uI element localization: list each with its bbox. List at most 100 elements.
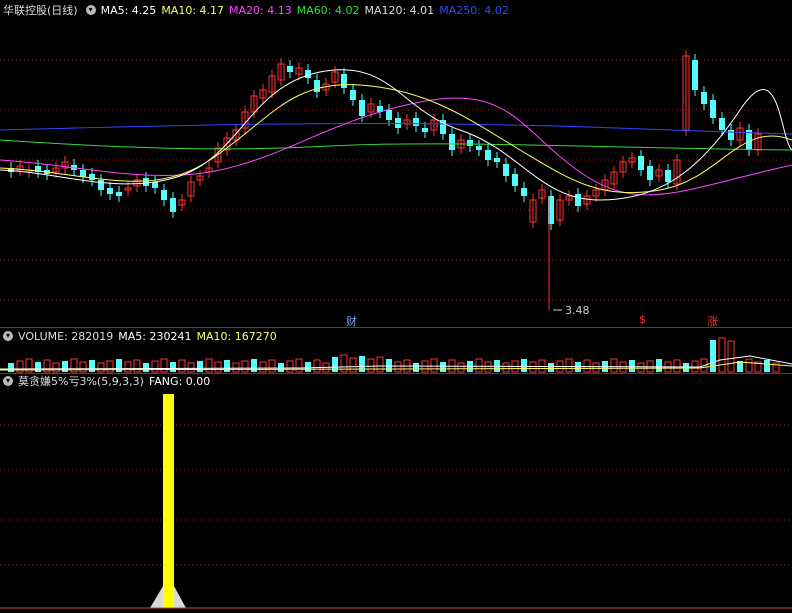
volume-bar <box>197 361 203 372</box>
volume-bar <box>305 362 311 372</box>
volume-bar <box>629 360 635 372</box>
volume-bar <box>133 359 141 373</box>
volume-bar <box>224 360 230 372</box>
volume-bar <box>764 360 770 372</box>
volume-bar <box>583 359 591 373</box>
volume-bar <box>332 357 338 372</box>
volume-bar <box>251 359 257 372</box>
volume-bar <box>170 362 176 372</box>
volume-bar <box>187 362 195 373</box>
candle-down <box>287 66 293 72</box>
candle-down <box>665 170 671 182</box>
volume-bar <box>394 361 402 373</box>
event-marker-dollar[interactable]: $ <box>639 313 646 326</box>
volume-bar <box>8 363 14 372</box>
fang-signal-bar <box>163 394 174 608</box>
volume-bar <box>97 362 105 373</box>
candle-down <box>701 92 707 104</box>
candle-down <box>476 146 482 150</box>
volume-bar <box>413 363 419 372</box>
candle-down <box>692 60 698 90</box>
candle-down <box>107 188 113 194</box>
volume-bar <box>430 358 438 373</box>
volume-bar <box>35 362 41 372</box>
moving-average-line <box>0 84 792 194</box>
candle-down <box>386 110 392 120</box>
volume-bar <box>178 359 186 373</box>
volume-bar <box>386 359 392 372</box>
volume-bar <box>637 362 645 373</box>
volume-bar <box>718 337 726 373</box>
candle-down <box>494 158 500 162</box>
volume-bar <box>592 362 600 373</box>
low-price-label: 3.48 <box>565 304 590 317</box>
candle-down <box>512 174 518 186</box>
candle-down <box>170 198 176 212</box>
candle-down <box>638 156 644 170</box>
volume-bar <box>241 360 249 373</box>
candle-down <box>152 182 158 188</box>
volume-bar <box>475 358 483 373</box>
candle-down <box>485 150 491 160</box>
volume-bar <box>106 360 114 373</box>
volume-bar <box>259 361 267 373</box>
candle-down <box>350 90 356 100</box>
volume-bar <box>278 363 284 372</box>
moving-average-line <box>0 139 792 151</box>
volume-bar <box>727 340 735 373</box>
volume-bar <box>214 361 222 373</box>
indicator-chart[interactable] <box>0 374 792 613</box>
volume-bar <box>313 359 321 373</box>
volume-bar <box>52 362 60 373</box>
candle-down <box>422 128 428 132</box>
candle-down <box>467 140 473 146</box>
candle-down <box>359 100 365 116</box>
volume-bar <box>484 361 492 373</box>
candle-down <box>161 190 167 200</box>
candle-down <box>80 170 86 177</box>
candle-down <box>98 180 104 190</box>
candle-down <box>143 178 149 186</box>
candle-down <box>341 74 347 88</box>
candle-down <box>647 166 653 180</box>
volume-bar <box>349 357 357 373</box>
volume-bar <box>683 363 689 372</box>
candle-down <box>521 188 527 196</box>
volume-bar <box>548 363 554 372</box>
volume-bar <box>440 362 446 372</box>
volume-bar <box>268 359 276 373</box>
candle-down <box>710 100 716 118</box>
volume-bar <box>673 359 681 373</box>
candle-down <box>503 164 509 176</box>
candle-down <box>89 174 95 180</box>
volume-bar <box>143 363 149 372</box>
volume-bar <box>521 359 527 372</box>
volume-bar <box>457 362 465 373</box>
volume-bar <box>565 358 573 373</box>
volume-chart[interactable] <box>0 328 792 374</box>
volume-bar <box>286 360 294 373</box>
volume-bar <box>376 356 384 373</box>
candle-down <box>575 194 581 206</box>
volume-bar <box>745 358 753 373</box>
candle-down <box>728 130 734 140</box>
candle-down <box>314 80 320 92</box>
volume-bar <box>79 361 87 373</box>
volume-bar <box>151 360 159 373</box>
volume-bar <box>710 340 716 372</box>
volume-bar <box>124 361 132 373</box>
volume-bar <box>529 361 537 373</box>
candle-down <box>719 118 725 130</box>
candle-down <box>413 118 419 126</box>
price-chart[interactable]: 3.48 <box>0 0 792 330</box>
candle-down <box>395 118 401 128</box>
volume-bar <box>656 359 662 372</box>
volume-bar <box>502 362 510 373</box>
volume-bar <box>205 358 213 373</box>
volume-bar <box>367 358 375 373</box>
volume-bar <box>232 362 240 373</box>
candle-down <box>449 134 455 150</box>
volume-bar <box>610 358 618 373</box>
candle-down <box>116 192 122 196</box>
volume-bar <box>62 361 68 372</box>
